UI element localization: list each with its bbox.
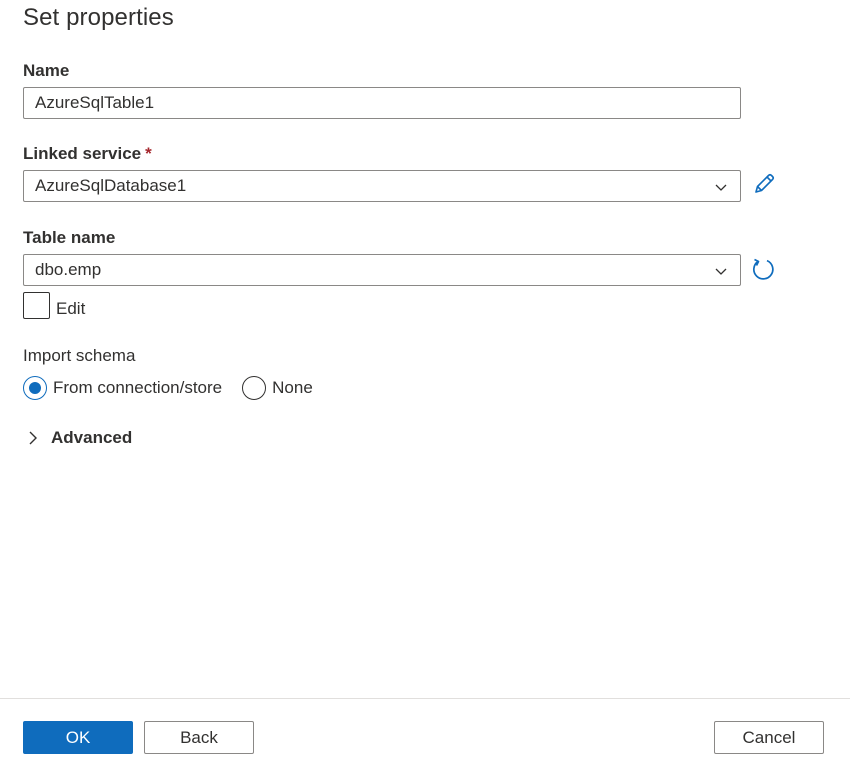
ok-button[interactable]: OK xyxy=(23,721,133,754)
back-button[interactable]: Back xyxy=(144,721,254,754)
linked-service-value: AzureSqlDatabase1 xyxy=(35,176,187,195)
radio-option-none[interactable]: None xyxy=(242,376,313,400)
linked-service-select[interactable]: AzureSqlDatabase1 xyxy=(23,170,741,202)
radio-none-label: None xyxy=(272,378,313,397)
radio-none[interactable] xyxy=(242,376,267,400)
advanced-label: Advanced xyxy=(51,428,133,447)
footer-divider xyxy=(0,698,850,699)
radio-from-connection[interactable] xyxy=(23,376,47,400)
radio-option-from-connection[interactable]: From connection/store xyxy=(23,376,222,400)
name-label: Name xyxy=(23,61,70,80)
chevron-right-icon xyxy=(29,431,37,445)
cancel-button[interactable]: Cancel xyxy=(714,721,824,754)
page-title: Set properties xyxy=(23,4,174,31)
table-name-select[interactable]: dbo.emp xyxy=(23,254,741,286)
required-marker: * xyxy=(145,144,152,163)
import-schema-label: Import schema xyxy=(23,346,136,365)
chevron-down-icon xyxy=(715,268,727,275)
import-schema-radio-group: From connection/store None xyxy=(23,376,333,400)
table-name-label: Table name xyxy=(23,228,116,247)
name-input-value: AzureSqlTable1 xyxy=(35,93,155,112)
radio-from-connection-label: From connection/store xyxy=(53,378,223,397)
edit-checkbox[interactable] xyxy=(23,291,50,319)
linked-service-label: Linked service * xyxy=(23,144,152,164)
linked-service-label-text: Linked service xyxy=(23,144,142,163)
table-name-value: dbo.emp xyxy=(35,260,102,279)
edit-checkbox-row[interactable]: Edit xyxy=(23,291,85,319)
edit-checkbox-label: Edit xyxy=(56,299,86,318)
pencil-icon[interactable] xyxy=(751,171,777,197)
chevron-down-icon xyxy=(715,184,727,191)
refresh-icon[interactable] xyxy=(750,256,776,282)
name-input[interactable]: AzureSqlTable1 xyxy=(23,87,741,119)
advanced-expander[interactable]: Advanced xyxy=(27,428,132,448)
